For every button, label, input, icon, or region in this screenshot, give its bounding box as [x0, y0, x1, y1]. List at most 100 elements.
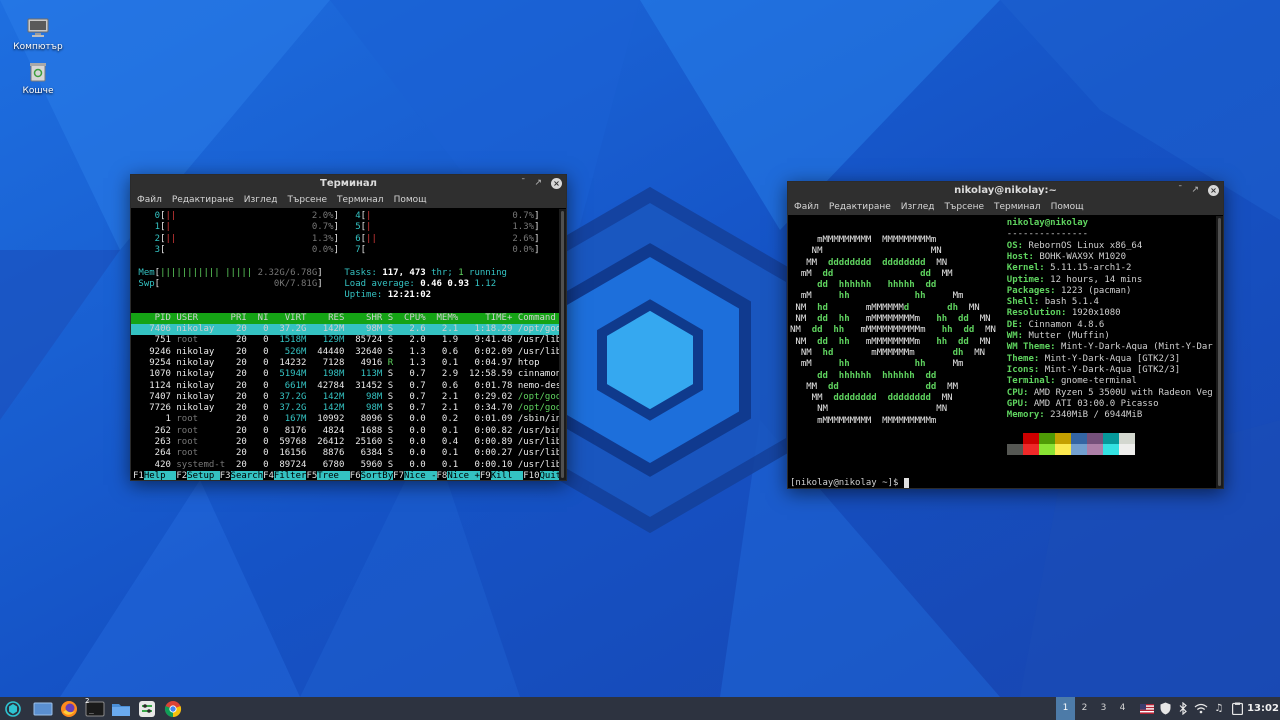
maximize-icon[interactable]: ↗ [1191, 186, 1199, 195]
process-cell-cmd: /opt/google/chr [517, 324, 559, 334]
neofetch-output[interactable]: mMMMMMMMMM MMMMMMMMMm NM MN MM dddddddd … [788, 216, 1216, 488]
neofetch-terminal-window[interactable]: nikolay@nikolay:~ ˉ ↗ × Файл Редактиране… [787, 181, 1224, 489]
desktop-icon-computer[interactable]: Компютър [2, 18, 74, 52]
fkey-label[interactable]: SortBy [360, 470, 394, 480]
settings-launcher[interactable] [134, 697, 160, 720]
menu-search[interactable]: Търсене [288, 195, 327, 205]
fkey-f10[interactable]: F10 [523, 470, 540, 480]
process-cell-time: 0:00.82 [463, 425, 513, 436]
process-cell-shr: 8096 [349, 414, 383, 425]
wifi-icon[interactable] [1192, 697, 1210, 720]
menu-edit[interactable]: Редактиране [172, 195, 234, 205]
close-icon[interactable]: × [1208, 185, 1219, 196]
tasks-label: Tasks: [344, 267, 377, 278]
menu-help[interactable]: Помощ [1051, 202, 1084, 212]
process-cell-pid: 262 [138, 425, 171, 436]
minimize-icon[interactable]: ˉ [521, 179, 526, 188]
fkey-label[interactable]: Tree [317, 470, 350, 480]
window-title: nikolay@nikolay:~ [954, 185, 1057, 196]
column-header[interactable]: SHR [350, 313, 382, 324]
workspace-2[interactable]: 2 [1075, 697, 1094, 720]
window-title: Терминал [320, 178, 377, 189]
scrollbar-thumb[interactable] [561, 211, 564, 478]
workspace-1[interactable]: 1 [1056, 697, 1075, 720]
keyboard-layout-flag-icon[interactable] [1138, 697, 1156, 720]
column-header[interactable]: Command [518, 313, 559, 324]
scrollbar[interactable] [1216, 216, 1223, 488]
files-launcher[interactable] [108, 697, 134, 720]
terminal-launcher[interactable]: _ 2 [82, 697, 108, 720]
menu-edit[interactable]: Редактиране [829, 202, 891, 212]
fkey-label[interactable]: Search [230, 470, 264, 480]
fkey-label[interactable]: Filter [273, 470, 307, 480]
fkey-f7[interactable]: F7 [393, 470, 404, 480]
shell-prompt[interactable]: [nikolay@nikolay ~]$ [790, 477, 910, 488]
scrollbar-thumb[interactable] [1218, 218, 1221, 486]
column-header[interactable]: CPU% [399, 313, 426, 324]
column-header[interactable]: NI [252, 313, 269, 324]
menu-file[interactable]: Файл [794, 202, 819, 212]
process-cell-mem: 0.1 [431, 425, 459, 436]
fkey-f9[interactable]: F9 [479, 470, 491, 480]
column-header[interactable]: MEM% [431, 313, 459, 324]
process-cell-mem: 1.9 [431, 335, 459, 346]
htop-terminal-window[interactable]: Терминал ˉ ↗ × Файл Редактиране Изглед Т… [130, 174, 567, 481]
fkey-label[interactable]: Quit [539, 470, 559, 480]
minimize-icon[interactable]: ˉ [1178, 186, 1183, 195]
workspace-3[interactable]: 3 [1094, 697, 1113, 720]
workspace-4[interactable]: 4 [1113, 697, 1132, 720]
process-cell-user: root [176, 414, 226, 425]
color-swatch [1071, 432, 1087, 444]
desktop-icon-trash[interactable]: Кошче [2, 62, 74, 96]
fkey-f1[interactable]: F1 [133, 470, 144, 480]
fkey-f5[interactable]: F5 [306, 470, 318, 480]
menu-view[interactable]: Изглед [244, 195, 278, 205]
close-icon[interactable]: × [551, 178, 562, 189]
menu-search[interactable]: Търсене [945, 202, 984, 212]
column-header[interactable]: VIRT [274, 313, 307, 324]
window-titlebar[interactable]: nikolay@nikolay:~ ˉ ↗ × [788, 182, 1223, 199]
clock[interactable]: 13:02 [1246, 703, 1280, 714]
bluetooth-icon[interactable] [1174, 697, 1192, 720]
fkey-f2[interactable]: F2 [176, 470, 188, 480]
fkey-label[interactable]: Nice + [447, 470, 480, 480]
column-header[interactable]: PID [138, 313, 171, 324]
cpu-meter-id: 1 [149, 222, 161, 233]
process-cell-mem: 0.2 [431, 414, 459, 425]
chrome-launcher[interactable] [160, 697, 186, 720]
maximize-icon[interactable]: ↗ [534, 179, 542, 188]
menu-terminal[interactable]: Терминал [994, 202, 1041, 212]
column-header[interactable]: USER [176, 313, 225, 324]
fkey-label[interactable]: Help [143, 470, 177, 480]
menu-file[interactable]: Файл [137, 195, 162, 205]
process-cell-pid: 751 [138, 335, 171, 346]
fkey-label[interactable]: Nice - [404, 470, 437, 480]
scrollbar[interactable] [559, 209, 566, 480]
fkey-f6[interactable]: F6 [349, 470, 361, 480]
cpu-meter-id: 5 [349, 222, 361, 233]
column-header[interactable]: TIME+ [464, 313, 512, 324]
fkey-f4[interactable]: F4 [263, 470, 274, 480]
neofetch-logo-line: NM dd hh mMMMMMMMMm hh dd MN [790, 336, 991, 347]
clipboard-icon[interactable] [1228, 697, 1246, 720]
menu-help[interactable]: Помощ [394, 195, 427, 205]
shield-icon[interactable] [1156, 697, 1174, 720]
htop-output[interactable]: 0[|| 2.0%] 1[| 0.7%] 2[|| 1.3%] 3[ 0.0%]… [131, 209, 559, 480]
fkey-f8[interactable]: F8 [436, 470, 448, 480]
window-titlebar[interactable]: Терминал ˉ ↗ × [131, 175, 566, 192]
column-header[interactable]: S [388, 313, 393, 324]
menu-terminal[interactable]: Терминал [337, 195, 384, 205]
music-note-icon[interactable]: ♫ [1210, 697, 1228, 720]
desktop-icon-label: Кошче [22, 86, 54, 96]
cpu-meter-pct: 1.3% [306, 233, 334, 244]
column-header[interactable]: PRI [225, 313, 247, 324]
fkey-f3[interactable]: F3 [219, 470, 231, 480]
menu-view[interactable]: Изглед [901, 202, 935, 212]
process-cell-user: nikolay [176, 346, 226, 357]
show-desktop-button[interactable] [30, 697, 56, 720]
fkey-label[interactable]: Kill [490, 470, 524, 480]
menu-button[interactable] [0, 697, 26, 720]
fkey-label[interactable]: Setup [187, 470, 220, 480]
firefox-launcher[interactable] [56, 697, 82, 720]
column-header[interactable]: RES [312, 313, 344, 324]
